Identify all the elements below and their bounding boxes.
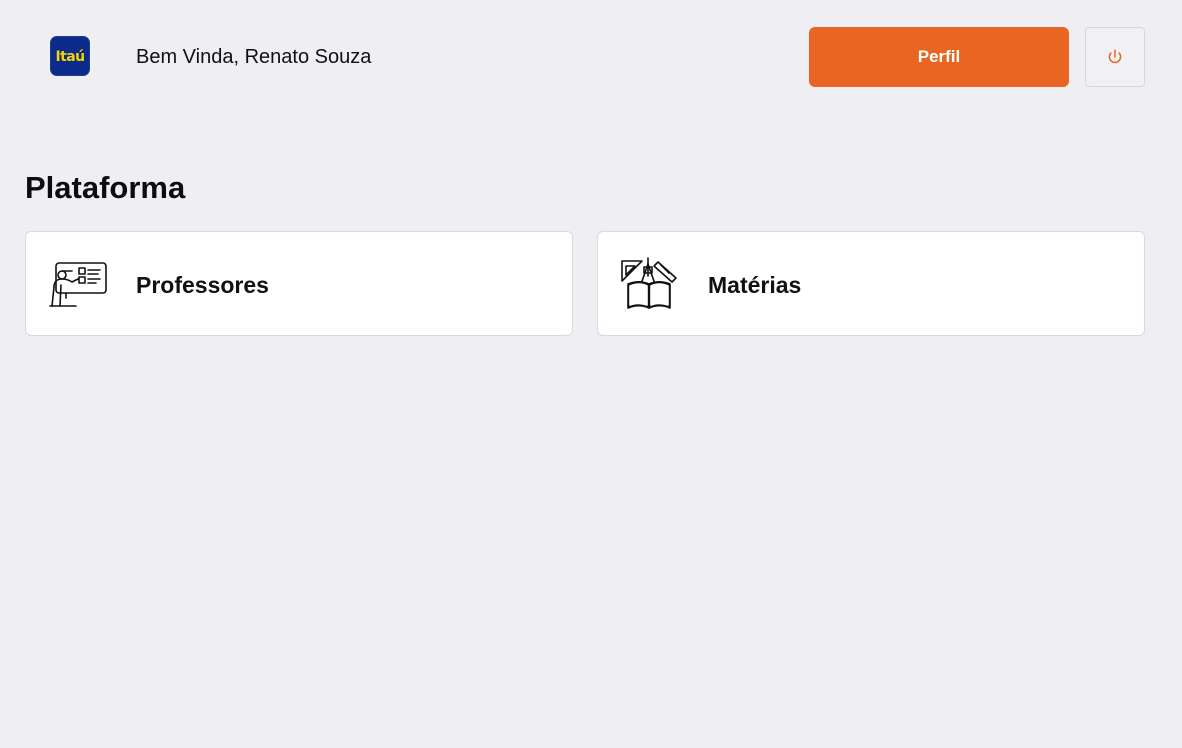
profile-button-label: Perfil bbox=[917, 47, 961, 66]
teacher-board-icon bbox=[49, 262, 107, 307]
professores-label: Professores bbox=[136, 272, 269, 298]
welcome-message: Bem Vinda, Renato Souza bbox=[136, 46, 372, 68]
logout-button[interactable] bbox=[1085, 27, 1145, 87]
materias-card[interactable]: Matérias bbox=[597, 231, 1145, 336]
book-ruler-icon bbox=[621, 257, 677, 309]
itau-logo: Itaú bbox=[50, 36, 90, 76]
section-title: Plataforma bbox=[25, 170, 186, 205]
materias-label: Matérias bbox=[708, 272, 802, 298]
logo-text: Itaú bbox=[55, 49, 86, 65]
power-icon bbox=[1108, 49, 1122, 64]
professores-card[interactable]: Professores bbox=[25, 231, 573, 336]
profile-button[interactable]: Perfil bbox=[809, 27, 1069, 87]
top-header: Itaú Bem Vinda, Renato Souza Perfil bbox=[0, 0, 1182, 115]
